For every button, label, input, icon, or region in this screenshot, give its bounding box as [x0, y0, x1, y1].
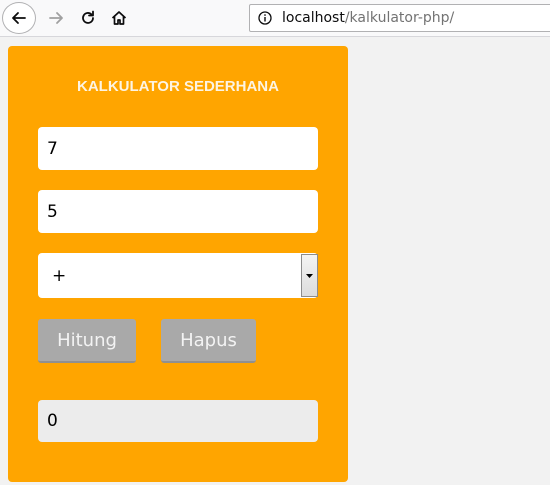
hitung-button[interactable]: Hitung — [38, 319, 136, 363]
chevron-down-icon — [306, 273, 313, 278]
result-value: 0 — [47, 411, 58, 431]
calculator-panel: KALKULATOR SEDERHANA 7 5 + Hitung Hapus … — [8, 46, 348, 482]
first-number-input[interactable]: 7 — [38, 127, 318, 170]
back-button[interactable] — [2, 2, 36, 34]
result-field[interactable]: 0 — [38, 400, 318, 442]
address-bar[interactable]: localhost/kalkulator-php/ — [249, 4, 550, 32]
operator-value: + — [52, 265, 67, 286]
reload-icon — [82, 10, 94, 24]
second-number-value: 5 — [47, 201, 58, 222]
url-path: /kalkulator-php/ — [344, 10, 455, 26]
home-icon — [111, 11, 127, 25]
info-icon[interactable] — [258, 11, 272, 25]
first-number-value: 7 — [47, 138, 58, 159]
calculator-title: KALKULATOR SEDERHANA — [77, 78, 279, 95]
arrow-right-icon — [49, 12, 63, 24]
second-number-input[interactable]: 5 — [38, 190, 318, 233]
forward-button[interactable] — [40, 3, 72, 33]
operator-select[interactable]: + — [38, 253, 318, 298]
url-host: localhost — [282, 10, 345, 26]
arrow-left-icon — [12, 12, 26, 24]
reload-button[interactable] — [72, 3, 104, 33]
browser-toolbar: localhost/kalkulator-php/ — [0, 0, 550, 37]
home-button[interactable] — [103, 3, 135, 33]
hapus-button[interactable]: Hapus — [161, 319, 256, 363]
select-dropdown-button[interactable] — [301, 254, 318, 297]
